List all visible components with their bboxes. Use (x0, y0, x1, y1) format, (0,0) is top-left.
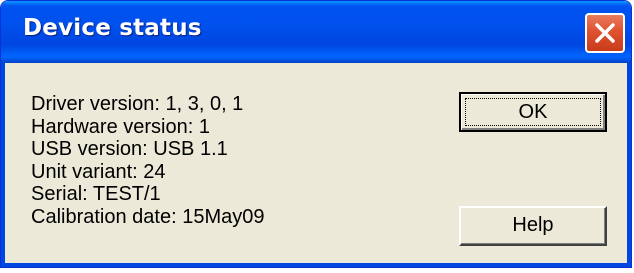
ok-button[interactable]: OK (459, 92, 607, 132)
calibration-date-text: Calibration date: 15May09 (31, 205, 265, 228)
title-bar[interactable]: Device status (1, 1, 631, 63)
window-border-left (1, 63, 5, 267)
window-border-bottom (1, 263, 631, 267)
serial-text: Serial: TEST/1 (31, 183, 161, 205)
dialog-title: Device status (23, 15, 202, 41)
help-button[interactable]: Help (459, 206, 607, 246)
hardware-version-text: Hardware version: 1 (31, 115, 210, 138)
device-info-panel: Driver version: 1, 3, 0, 1 Hardware vers… (31, 93, 264, 228)
usb-version-text: USB version: USB 1.1 (31, 138, 228, 160)
window-border-right (627, 63, 631, 267)
device-status-dialog: Device status Driver version: 1, 3, 0, 1… (0, 0, 632, 268)
close-button[interactable] (585, 13, 625, 53)
ok-button-label: OK (465, 98, 601, 126)
close-icon (595, 23, 615, 43)
driver-version-text: Driver version: 1, 3, 0, 1 (31, 93, 244, 115)
unit-variant-text: Unit variant: 24 (31, 160, 166, 183)
